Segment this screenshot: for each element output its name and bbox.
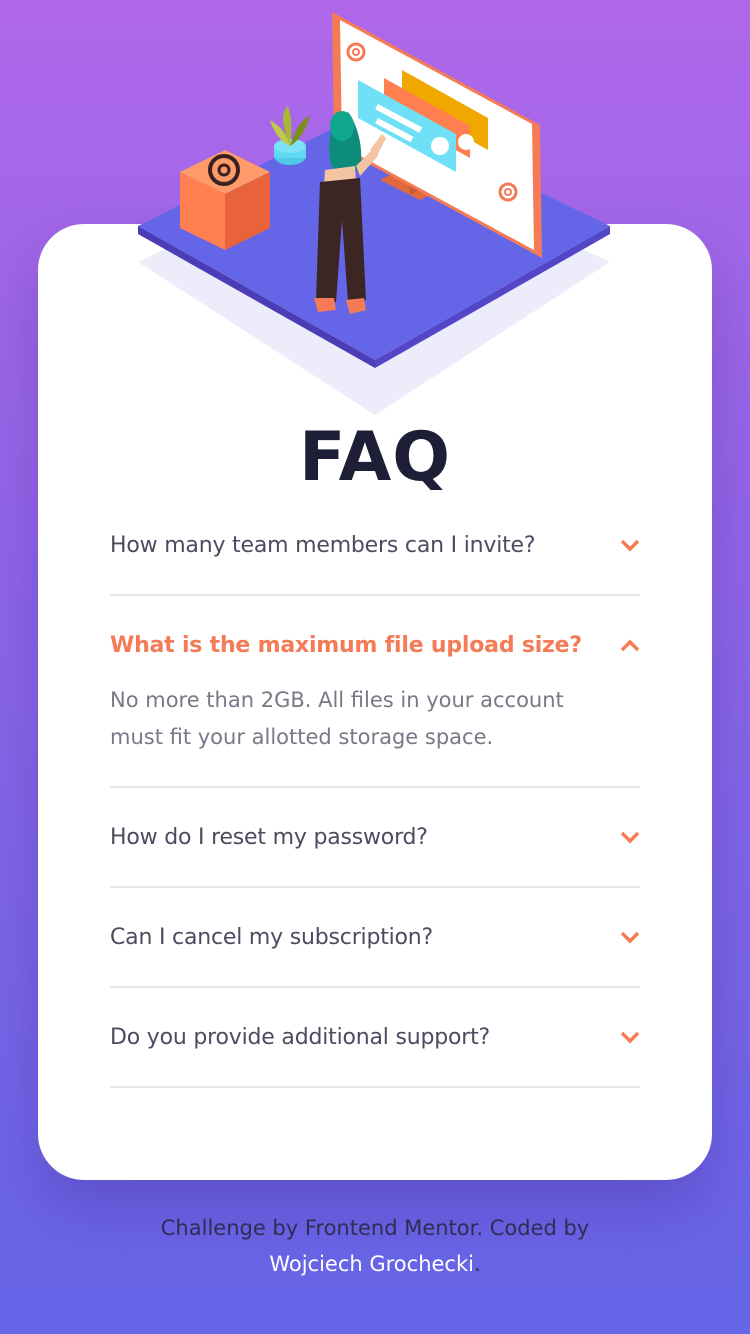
faq-question-text: How many team members can I invite? <box>110 532 536 558</box>
faq-item: How many team members can I invite? <box>110 496 640 596</box>
faq-item: Can I cancel my subscription? <box>110 888 640 988</box>
faq-question-text: How do I reset my password? <box>110 824 428 850</box>
faq-question-button[interactable]: Do you provide additional support? <box>110 988 640 1086</box>
faq-question-button[interactable]: How many team members can I invite? <box>110 496 640 594</box>
faq-question-button[interactable]: Can I cancel my subscription? <box>110 888 640 986</box>
author-link[interactable]: Wojciech Grochecki <box>269 1252 474 1276</box>
chevron-up-icon[interactable] <box>620 638 640 652</box>
chevron-down-icon[interactable] <box>620 538 640 552</box>
faq-answer: No more than 2GB. All files in your acco… <box>110 688 564 749</box>
chevron-down-icon[interactable] <box>620 930 640 944</box>
plant-icon <box>270 106 310 165</box>
faq-question-text: Do you provide additional support? <box>110 1024 491 1050</box>
faq-item: How do I reset my password? <box>110 788 640 888</box>
hero-illustration <box>138 12 610 415</box>
faq-question-button[interactable]: What is the maximum file upload size? <box>110 596 640 694</box>
attribution-suffix: . <box>473 1252 481 1276</box>
chevron-down-icon[interactable] <box>620 830 640 844</box>
page-title: FAQ <box>298 418 452 497</box>
attribution-text: Challenge by Frontend Mentor. Coded by <box>160 1216 590 1240</box>
faq-item: Do you provide additional support? <box>110 988 640 1088</box>
faq-question-text: Can I cancel my subscription? <box>110 924 434 950</box>
chevron-down-icon[interactable] <box>620 1030 640 1044</box>
faq-question-text: What is the maximum file upload size? <box>110 632 582 658</box>
faq-list: How many team members can I invite? What… <box>110 496 640 1088</box>
attribution-footer: Challenge by Frontend Mentor. Coded by W… <box>0 1210 750 1282</box>
faq-question-button[interactable]: How do I reset my password? <box>110 788 640 886</box>
faq-item-open: What is the maximum file upload size? No… <box>110 596 640 788</box>
